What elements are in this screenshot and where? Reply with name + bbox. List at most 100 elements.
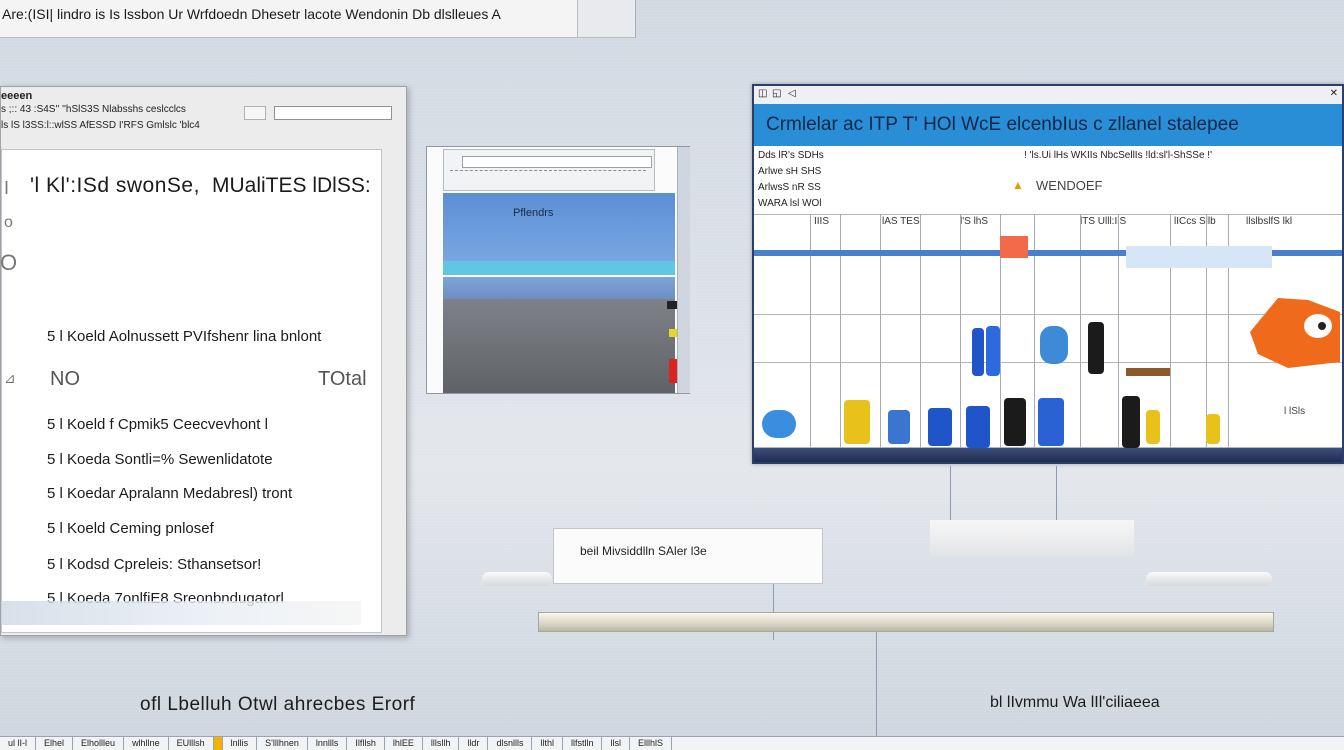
taskbar-item[interactable]: llfstlln: [563, 737, 603, 750]
product-window-header: Crmlelar ac ITP T' HOl WcE elcenbIus c z…: [754, 104, 1342, 146]
panel-side-icon: O: [0, 250, 18, 275]
window-arrow-icon[interactable]: ◁: [788, 88, 796, 99]
info-line: Arlwe sH SHS: [758, 166, 822, 177]
bottom-right-caption: bl lIvmmu Wa lIl'ciliaeea: [990, 694, 1160, 711]
device-image[interactable]: [762, 410, 796, 438]
window-menu-icon[interactable]: ◫: [758, 88, 767, 99]
taskbar-item[interactable]: ul lI-l: [0, 737, 37, 750]
device-image[interactable]: [986, 326, 1000, 376]
grid-corner-label: l lSls: [1284, 406, 1306, 417]
device-image[interactable]: [928, 408, 952, 446]
grid-column-header[interactable]: lTS Ulll:IlS: [1080, 216, 1126, 227]
info-line: Dds lR's SDHs: [758, 150, 824, 161]
device-image[interactable]: [1040, 326, 1068, 364]
column-total-label: TOtal: [318, 368, 367, 390]
device-image[interactable]: [966, 406, 990, 448]
title-bar-tab[interactable]: [578, 0, 636, 38]
panel-side-icon: ⊿: [4, 370, 16, 386]
taskbar-item[interactable]: Ilfllsh: [347, 737, 385, 750]
warning-text: WENDOEF: [1036, 178, 1103, 193]
device-image[interactable]: [844, 400, 870, 444]
grid-selected-cell[interactable]: [1126, 246, 1272, 268]
preview-toolbar-row: [450, 170, 646, 177]
taskbar-item[interactable]: lllsllh: [423, 737, 460, 750]
preview-toolbar: [443, 149, 655, 191]
taskbar-item[interactable]: lhlEE: [385, 737, 423, 750]
bottom-left-caption: ofl Lbelluh Otwl ahrecbes Erorf: [140, 694, 416, 715]
product-window-statusbar: [754, 448, 1342, 462]
info-line: ArlwsS nR SS: [758, 182, 821, 193]
preview-sky-area: [443, 193, 675, 261]
left-dialog: eeeen s ;:: 43 :S4S'' ''hSlS3S Nlabsshs …: [0, 86, 407, 636]
device-image[interactable]: [1206, 414, 1220, 444]
taskbar-item[interactable]: Elhel: [36, 737, 74, 750]
preview-label: Pflendrs: [513, 207, 554, 219]
panel-side-icon: I: [4, 178, 10, 198]
taskbar-item[interactable]: EUlllsh: [169, 737, 214, 750]
preview-window[interactable]: Pflendrs: [426, 146, 690, 394]
preview-address-field[interactable]: [462, 156, 652, 168]
list-heading: 'l Kl':ISd swonSe,: [30, 174, 200, 197]
connector-line: [876, 620, 877, 736]
grid-column-header[interactable]: llslbslfS lkl: [1246, 216, 1292, 227]
taskbar-item[interactable]: lnnllls: [308, 737, 348, 750]
window-restore-icon[interactable]: ◱: [772, 88, 781, 99]
taskbar-item[interactable]: llsl: [602, 737, 630, 750]
taskbar-active-icon[interactable]: [213, 737, 223, 750]
list-item[interactable]: 5 l Koeld Ceming pnlosef: [47, 520, 214, 537]
device-image[interactable]: [1004, 398, 1026, 446]
preview-scrollbar[interactable]: [677, 147, 690, 393]
left-handle[interactable]: [482, 572, 552, 586]
grid-column-header[interactable]: lICcs Sllb: [1174, 216, 1216, 227]
connector-line: [1056, 466, 1057, 520]
device-image[interactable]: [1126, 368, 1170, 376]
device-image[interactable]: [1088, 322, 1104, 374]
preview-ground-area: [443, 299, 677, 393]
search-clear-button[interactable]: [244, 106, 266, 120]
taskbar-item[interactable]: lldr: [459, 737, 489, 750]
dialog-list-panel: I o O ⊿ 'l Kl':ISd swonSe, MUaliTES lDlS…: [0, 149, 382, 633]
column-no-label: NO: [50, 368, 80, 390]
taskbar-item[interactable]: dlsnllls: [488, 737, 533, 750]
grid-column-header[interactable]: IIIS: [814, 216, 829, 227]
device-image[interactable]: [888, 410, 910, 444]
grid-highlight-cell[interactable]: [1000, 236, 1028, 258]
preview-marker-icon: [669, 329, 677, 337]
list-item[interactable]: 5 l Koedar Apralann Medabresl) tront: [47, 485, 292, 502]
info-line: WARA lsl WOl: [758, 198, 822, 209]
taskbar-item[interactable]: Elhollleu: [73, 737, 125, 750]
taskbar-item[interactable]: llthl: [532, 737, 563, 750]
right-callout[interactable]: [930, 520, 1134, 556]
device-image[interactable]: [1038, 398, 1064, 446]
grid-line: [754, 214, 1342, 215]
connector-line: [950, 466, 951, 520]
search-input[interactable]: [274, 106, 392, 120]
list-item[interactable]: 5 l Koeda Sontli=% Sewenlidatote: [47, 451, 273, 468]
list-item[interactable]: 5 l Koeld Aolnussett PVIfshenr lina bnlo…: [47, 328, 321, 345]
device-image[interactable]: [1122, 396, 1140, 448]
product-window[interactable]: ◫ ◱ ◁ ✕ Crmlelar ac ITP T' HOl WcE elcen…: [752, 84, 1344, 464]
taskbar-item[interactable]: S'lllhnen: [257, 737, 308, 750]
right-handle[interactable]: [1146, 572, 1272, 586]
grid-column-header[interactable]: lAS TES: [882, 216, 920, 227]
dialog-title: eeeen: [1, 90, 33, 102]
taskbar-item[interactable]: lnllis: [223, 737, 258, 750]
progress-track[interactable]: [538, 612, 1274, 632]
preview-band: [443, 261, 675, 275]
taskbar-item[interactable]: ElllhlS: [630, 737, 672, 750]
center-callout[interactable]: beil Mivsiddlln SAler l3e: [553, 528, 823, 584]
info-top-line: ! 'ls.Ui lHs WKIIs NbcSellIs !ld:sl'l-Sh…: [1024, 150, 1212, 161]
taskbar-item[interactable]: wlhllne: [124, 737, 169, 750]
device-image[interactable]: [972, 328, 984, 376]
dialog-info-line-1: s ;:: 43 :S4S'' ''hSlS3S Nlabsshs ceslcc…: [1, 104, 186, 115]
preview-marker-icon: [669, 359, 677, 383]
mascot-image: [1250, 298, 1340, 368]
list-item[interactable]: 5 l Koeld f Cpmik5 Ceecvevhont l: [47, 416, 268, 433]
dialog-info-line-2: ls lS l3SS:l::wlSS AfESSD I'RFS Gmlslc '…: [1, 120, 200, 131]
grid-column-header[interactable]: l'S lhS: [960, 216, 988, 227]
window-close-icon[interactable]: ✕: [1330, 88, 1338, 99]
product-window-titlebar: ◫ ◱ ◁ ✕: [754, 86, 1342, 104]
list-item[interactable]: 5 l Kodsd Cpreleis: Sthansetsor!: [47, 556, 261, 573]
warning-icon: ▲: [1012, 178, 1024, 192]
device-image[interactable]: [1146, 410, 1160, 444]
